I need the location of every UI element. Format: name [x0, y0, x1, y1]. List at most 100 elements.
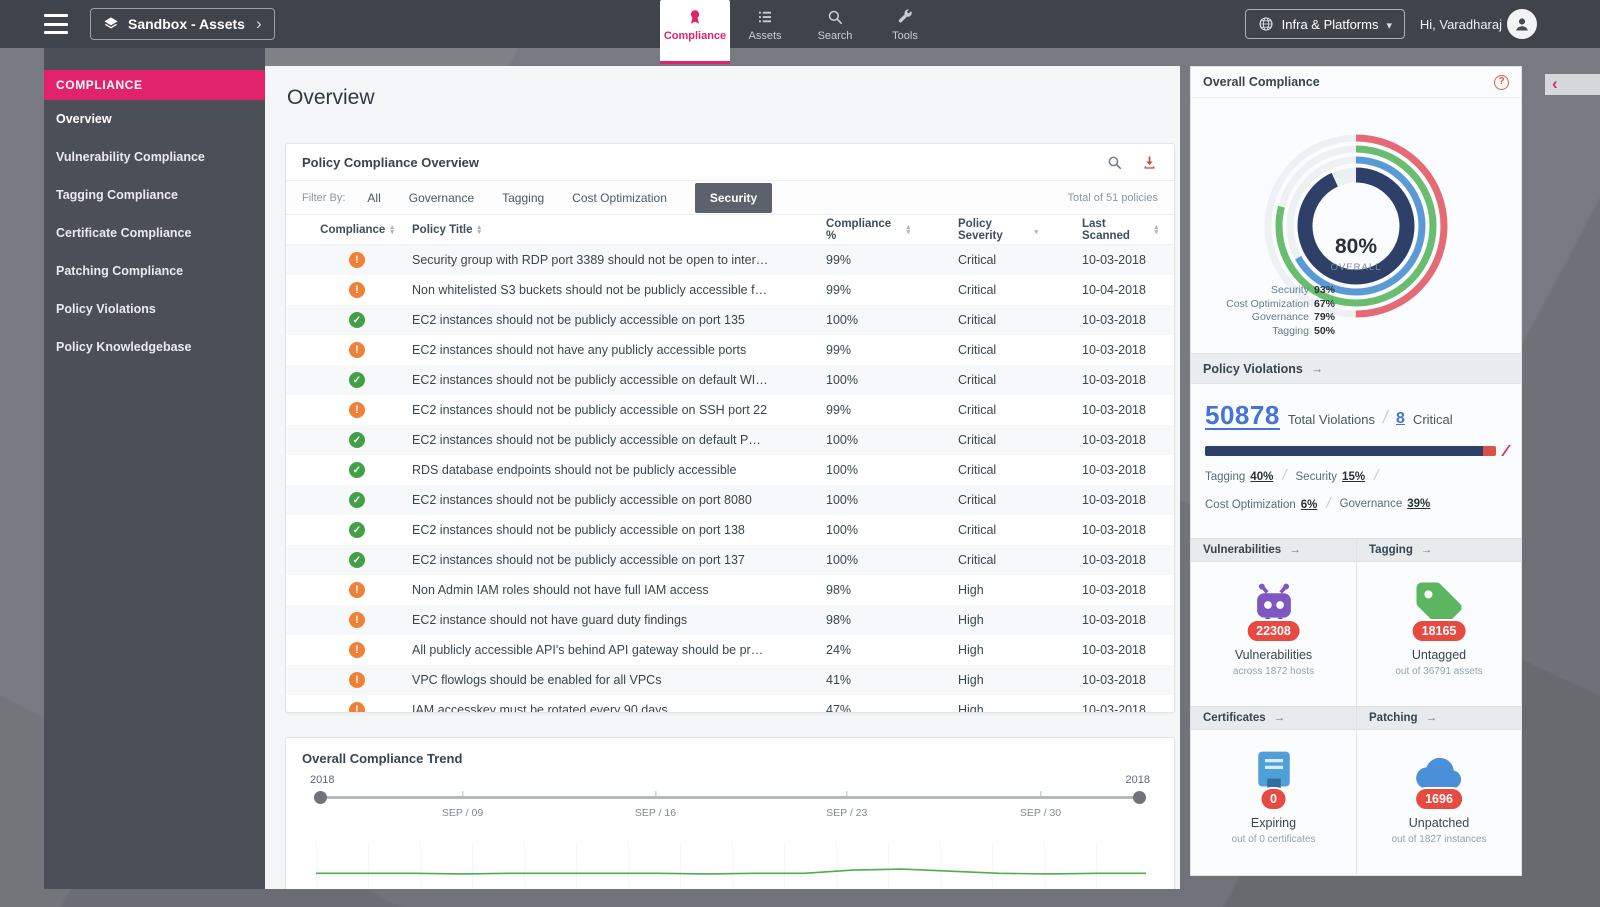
- platform-selector[interactable]: Infra & Platforms: [1244, 9, 1405, 39]
- last-scanned-cell: 10-03-2018: [1082, 643, 1146, 657]
- filter-chip[interactable]: Cost Optimization: [572, 191, 667, 205]
- table-row[interactable]: VPC flowlogs should be enabled for all V…: [286, 665, 1174, 695]
- count-badge: 0: [1259, 787, 1288, 811]
- column-header[interactable]: Compliance %: [782, 218, 910, 242]
- compliance-pct-cell: 98%: [826, 613, 852, 627]
- filter-chip[interactable]: All: [367, 191, 380, 205]
- table-row[interactable]: EC2 instances should not be publicly acc…: [286, 515, 1174, 545]
- policy-severity-cell: Critical: [958, 343, 997, 357]
- column-header[interactable]: Policy Severity: [910, 218, 1038, 242]
- last-scanned-cell: 10-03-2018: [1082, 343, 1146, 357]
- trend-range-slider: 2018 2018 SEP / 09 SEP / 16 SEP / 23 SEP…: [310, 774, 1150, 834]
- context-selector[interactable]: Sandbox - Assets: [90, 8, 275, 40]
- table-row[interactable]: Security group with RDP port 3389 should…: [286, 245, 1174, 275]
- table-row[interactable]: EC2 instances should not be publicly acc…: [286, 365, 1174, 395]
- slider-handle-left[interactable]: [314, 791, 327, 804]
- policy-severity-cell: Critical: [958, 523, 997, 537]
- breakdown-item: Governance 39%: [1339, 497, 1431, 510]
- table-row[interactable]: EC2 instances should not be publicly acc…: [286, 545, 1174, 575]
- sidebar-item[interactable]: Patching Compliance: [44, 252, 265, 290]
- column-header[interactable]: Policy Title: [412, 224, 782, 236]
- tile-secondary-label: across 1872 hosts: [1232, 666, 1315, 677]
- policy-title-cell: EC2 instance should not have guard duty …: [412, 613, 688, 627]
- menu-icon[interactable]: [44, 14, 68, 34]
- edit-icon[interactable]: [1495, 445, 1511, 456]
- table-row[interactable]: EC2 instances should not be publicly acc…: [286, 395, 1174, 425]
- tab-icon: [756, 8, 774, 26]
- help-icon[interactable]: [1494, 74, 1509, 90]
- table-row[interactable]: EC2 instances should not be publicly acc…: [286, 305, 1174, 335]
- table-row[interactable]: RDS database endpoints should not be pub…: [286, 455, 1174, 485]
- table-row[interactable]: EC2 instances should not be publicly acc…: [286, 425, 1174, 455]
- sidebar-item[interactable]: Vulnerability Compliance: [44, 138, 265, 176]
- table-row[interactable]: EC2 instances should not be publicly acc…: [286, 485, 1174, 515]
- trend-chart-area: [316, 842, 1146, 888]
- filter-chips: All Governance Tagging Cost Optimization…: [367, 182, 773, 213]
- table-row[interactable]: All publicly accessible API's behind API…: [286, 635, 1174, 665]
- filter-chip[interactable]: Security: [694, 182, 773, 213]
- policy-compliance-card: Policy Compliance Overview Filter By: Al…: [285, 143, 1175, 713]
- tile-header[interactable]: Certificates: [1191, 706, 1356, 730]
- status-icon: [349, 702, 365, 712]
- policy-severity-cell: Critical: [958, 283, 997, 297]
- slider-handle-right[interactable]: [1133, 791, 1146, 804]
- tab-icon: [896, 8, 914, 26]
- compliance-pct-cell: 100%: [826, 493, 858, 507]
- tile-header[interactable]: Tagging: [1357, 538, 1521, 562]
- top-tab[interactable]: Assets: [730, 0, 800, 48]
- critical-violations-value[interactable]: 8: [1396, 410, 1405, 430]
- last-scanned-cell: 10-03-2018: [1082, 673, 1146, 687]
- top-tab[interactable]: Search: [800, 0, 870, 48]
- tile-secondary-label: out of 1827 instances: [1391, 834, 1487, 845]
- filter-chip[interactable]: Governance: [409, 191, 474, 205]
- slider-tick-label: SEP / 16: [635, 791, 676, 819]
- avatar[interactable]: [1507, 9, 1537, 39]
- policy-violations-header[interactable]: Policy Violations: [1191, 353, 1521, 384]
- sidebar-item[interactable]: Policy Violations: [44, 290, 265, 328]
- tab-label: Search: [817, 30, 853, 42]
- policy-severity-cell: Critical: [958, 253, 997, 267]
- sidebar-item[interactable]: Overview: [44, 100, 265, 138]
- chevron-right-icon: [254, 14, 262, 34]
- last-scanned-cell: 10-03-2018: [1082, 313, 1146, 327]
- status-icon: [349, 342, 365, 358]
- status-icon: [349, 672, 365, 688]
- policy-title-cell: EC2 instances should not be publicly acc…: [412, 493, 752, 507]
- chevron-down-icon: [1386, 17, 1392, 32]
- collapse-right-panel-button[interactable]: [1545, 74, 1600, 95]
- breakdown-item: Cost Optimization 6%: [1205, 495, 1340, 512]
- table-row[interactable]: EC2 instance should not have guard duty …: [286, 605, 1174, 635]
- summary-tile: Certificates 0 Expiring out of 0 certifi…: [1191, 706, 1356, 874]
- table-row[interactable]: IAM accesskey must be rotated every 90 d…: [286, 695, 1174, 713]
- tab-label: Tools: [892, 30, 918, 42]
- compliance-pct-cell: 100%: [826, 463, 858, 477]
- sidebar-item[interactable]: Policy Knowledgebase: [44, 328, 265, 366]
- download-icon[interactable]: [1141, 154, 1158, 171]
- table-row[interactable]: EC2 instances should not have any public…: [286, 335, 1174, 365]
- arrow-right-icon: [1281, 538, 1301, 562]
- sidebar-item[interactable]: Certificate Compliance: [44, 214, 265, 252]
- range-end-label: 2018: [1125, 774, 1150, 786]
- status-icon: [349, 402, 365, 418]
- total-violations-value[interactable]: 50878: [1205, 402, 1280, 430]
- table-row[interactable]: Non Admin IAM roles should not have full…: [286, 575, 1174, 605]
- tile-header[interactable]: Vulnerabilities: [1191, 538, 1356, 562]
- compliance-pct-cell: 99%: [826, 283, 852, 297]
- top-tab[interactable]: Compliance: [660, 0, 730, 64]
- legend-row: Security 93%: [1271, 284, 1335, 296]
- column-header[interactable]: Last Scanned: [1038, 218, 1158, 242]
- layers-icon: [103, 16, 119, 32]
- last-scanned-cell: 10-03-2018: [1082, 463, 1146, 477]
- column-header[interactable]: Compliance: [302, 224, 412, 236]
- policy-severity-cell: High: [958, 703, 984, 713]
- total-policies-label: Total of 51 policies: [1067, 191, 1159, 204]
- search-icon[interactable]: [1106, 154, 1123, 171]
- trend-line-chart: [316, 868, 1146, 875]
- legend-row: Tagging 50%: [1272, 324, 1335, 337]
- table-row[interactable]: Non whitelisted S3 buckets should not be…: [286, 275, 1174, 305]
- tile-header[interactable]: Patching: [1357, 706, 1521, 730]
- sidebar-item[interactable]: Tagging Compliance: [44, 176, 265, 214]
- filter-chip[interactable]: Tagging: [502, 191, 544, 205]
- top-tab[interactable]: Tools: [870, 0, 940, 48]
- compliance-pct-cell: 47%: [826, 703, 852, 713]
